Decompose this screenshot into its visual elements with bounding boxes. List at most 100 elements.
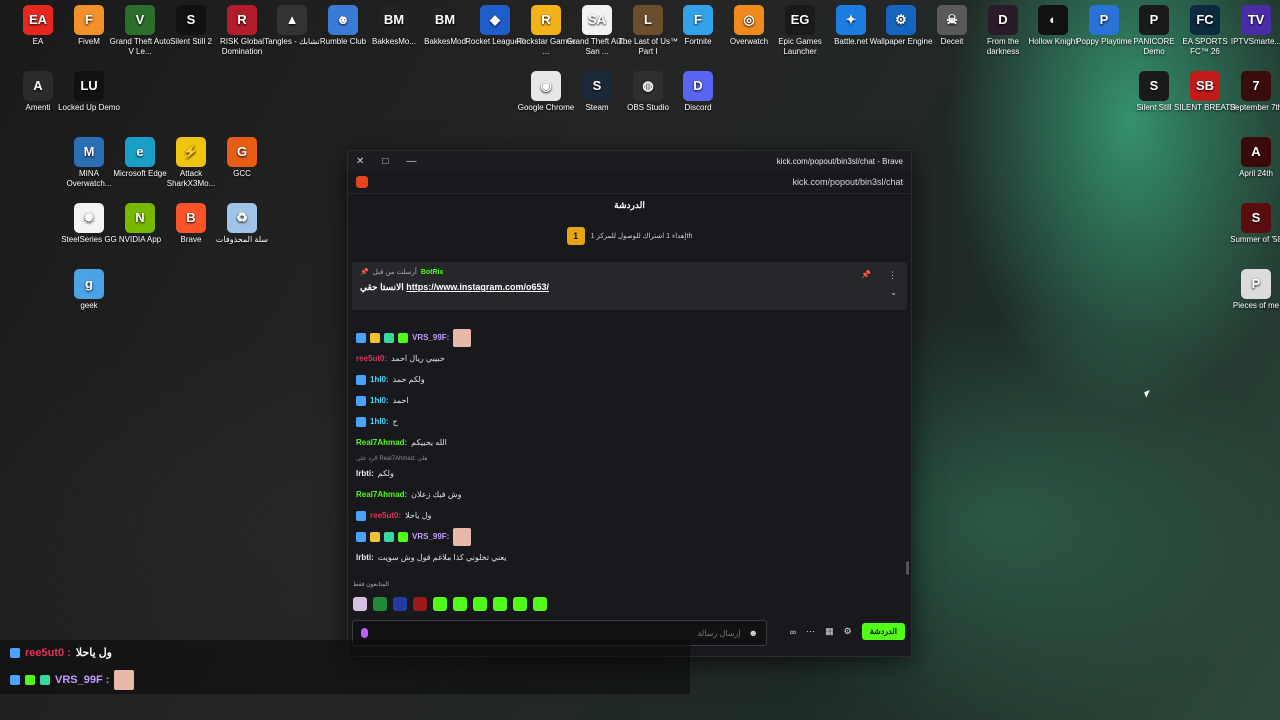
overlay-text: ول ياحلا: [75, 647, 112, 659]
chat-text: ولكم: [377, 469, 394, 478]
desktop-icon[interactable]: g geek: [57, 269, 121, 311]
app-icon: FC: [1190, 5, 1220, 35]
badge-icon: [356, 374, 366, 385]
store-icon[interactable]: ▦: [825, 626, 834, 637]
desktop-icon[interactable]: ♻ سلة المحذوفات: [210, 203, 274, 245]
stream-chat-overlay: ree5ut0 : ول ياحلا VRS_99F :: [0, 640, 690, 694]
chat-username[interactable]: Real7Ahmad:: [356, 490, 407, 499]
chat-messages: VRS_99F: ree5ut0: حبيبي ريال احمد 1hl0: ولكم…: [356, 327, 896, 568]
emote[interactable]: [353, 597, 367, 611]
mouse-cursor: [1144, 390, 1152, 398]
desktop-icon[interactable]: LU Locked Up Demo: [57, 71, 121, 113]
desktop-icon[interactable]: A April 24th: [1224, 137, 1280, 179]
chat-username[interactable]: 1hl0:: [370, 375, 389, 384]
app-icon: V: [125, 5, 155, 35]
emoji-icon[interactable]: ☻: [749, 628, 758, 638]
badge-icon: [384, 531, 394, 542]
chat-text: يعني تخلوني كذا ملاغم قول وش سويت: [377, 553, 507, 562]
unpin-icon[interactable]: 📌: [861, 270, 871, 279]
url-text[interactable]: kick.com/popout/bin3sl/chat: [792, 177, 903, 187]
overlay-line: ree5ut0 : ول ياحلا: [10, 646, 112, 659]
app-icon: BM: [379, 5, 409, 35]
more-options-icon[interactable]: ⋮: [888, 270, 897, 281]
desktop-icon[interactable]: P Pieces of me: [1224, 269, 1280, 311]
app-icon: M: [74, 137, 104, 167]
mic-icon[interactable]: [361, 628, 368, 638]
emote[interactable]: [493, 597, 507, 611]
chat-message[interactable]: 1hl0: ولكم حمد: [356, 369, 896, 390]
app-icon: ◍: [633, 71, 663, 101]
emote[interactable]: [433, 597, 447, 611]
desktop-icon[interactable]: TV IPTVSmarte...: [1224, 5, 1280, 47]
chat-message[interactable]: VRS_99F:: [356, 327, 896, 348]
chat-username[interactable]: VRS_99F:: [412, 333, 449, 342]
chat-input-placeholder[interactable]: إرسال رسالة: [698, 629, 741, 638]
desktop-icon[interactable]: S Summer of '58: [1224, 203, 1280, 245]
chevron-down-icon[interactable]: ⌄: [890, 288, 897, 297]
emote[interactable]: [413, 597, 427, 611]
sub-goal-banner: 1 إهداء 1 اشتراك للوصول للمركز 1th: [348, 216, 911, 256]
chat-message[interactable]: Real7Ahmad: وش فيك زعلان: [356, 484, 896, 505]
badge-icon: [10, 647, 20, 658]
app-icon: ◐: [1038, 5, 1068, 35]
close-icon[interactable]: ✕: [356, 156, 364, 167]
chat-message[interactable]: ree5ut0: ول ياحلا: [356, 505, 896, 526]
gear-icon[interactable]: ⚙: [844, 626, 852, 637]
chat-username[interactable]: VRS_99F:: [412, 532, 449, 541]
app-icon: e: [125, 137, 155, 167]
emote[interactable]: [513, 597, 527, 611]
emote[interactable]: [533, 597, 547, 611]
app-icon: g: [74, 269, 104, 299]
chat-text: ولكم حمد: [392, 375, 425, 384]
chat-message[interactable]: Irbti: ولكم: [356, 463, 896, 484]
users-icon[interactable]: ⋯: [806, 626, 815, 637]
address-bar[interactable]: kick.com/popout/bin3sl/chat: [348, 171, 911, 194]
desktop-icon[interactable]: G GCC: [210, 137, 274, 179]
badge-icon: [356, 416, 366, 427]
desktop-icon[interactable]: D Discord: [666, 71, 730, 113]
app-icon: S: [1139, 71, 1169, 101]
window-title: kick.com/popout/bin3sl/chat - Brave: [776, 156, 903, 166]
desktop-icon[interactable]: 7 September 7th: [1224, 71, 1280, 113]
avatar: [114, 670, 135, 690]
chat-text: ح: [392, 417, 398, 426]
emote[interactable]: [473, 597, 487, 611]
chat-username[interactable]: Real7Ahmad:: [356, 438, 407, 447]
overlay-user: ree5ut0 :: [25, 646, 71, 659]
emote[interactable]: [373, 597, 387, 611]
chat-message[interactable]: ree5ut0: حبيبي ريال احمد: [356, 348, 896, 369]
brave-shield-icon[interactable]: [356, 176, 368, 188]
chat-username[interactable]: ree5ut0:: [370, 511, 401, 520]
chat-message[interactable]: Irbti: يعني تخلوني كذا ملاغم قول وش سويت: [356, 547, 896, 568]
instagram-link[interactable]: https://www.instagram.com/o653/: [406, 282, 549, 292]
reply-context: الرد على Real7Ahmad: هلي: [356, 455, 428, 462]
app-icon: N: [125, 203, 155, 233]
chat-username[interactable]: Irbti:: [356, 553, 374, 562]
app-icon: SA: [582, 5, 612, 35]
chat-username[interactable]: 1hl0:: [370, 396, 389, 405]
app-icon: P: [1139, 5, 1169, 35]
minimize-icon[interactable]: —: [406, 156, 416, 167]
pinned-by: أرسلت من قبل: [372, 269, 417, 276]
app-icon: A: [1241, 137, 1271, 167]
infinity-icon[interactable]: ∞: [790, 627, 796, 637]
goal-text: إهداء 1 اشتراك للوصول للمركز 1th: [590, 233, 693, 240]
bot-name[interactable]: BotRix: [421, 269, 444, 276]
chat-message[interactable]: Real7Ahmad: الله يحييكم: [356, 432, 896, 453]
chat-message[interactable]: 1hl0: احمد: [356, 390, 896, 411]
app-icon: ☠: [937, 5, 967, 35]
chat-username[interactable]: 1hl0:: [370, 417, 389, 426]
emote[interactable]: [393, 597, 407, 611]
scrollbar[interactable]: [906, 561, 909, 575]
send-button[interactable]: الدردشة: [861, 623, 905, 640]
emote[interactable]: [453, 597, 467, 611]
chat-text: حبيبي ريال احمد: [391, 354, 445, 363]
chat-message[interactable]: 1hl0: ح: [356, 411, 896, 432]
title-bar: ✕ □ — kick.com/popout/bin3sl/chat - Brav…: [348, 151, 911, 171]
chat-username[interactable]: Irbti:: [356, 469, 374, 478]
chat-username[interactable]: ree5ut0:: [356, 354, 387, 363]
badge-icon: [356, 510, 366, 521]
chat-message[interactable]: VRS_99F:: [356, 526, 896, 547]
overlay-line: VRS_99F :: [10, 670, 135, 690]
maximize-icon[interactable]: □: [382, 156, 388, 167]
